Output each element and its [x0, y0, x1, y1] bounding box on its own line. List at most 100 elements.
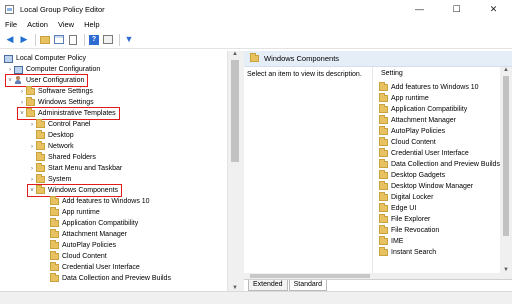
- list-item[interactable]: Desktop Window Manager: [379, 181, 473, 192]
- list-item-label: App runtime: [391, 95, 429, 102]
- tree-item-label: Software Settings: [38, 88, 93, 95]
- folder-icon: [379, 170, 388, 179]
- tree-item-software-settings[interactable]: › Software Settings: [18, 86, 93, 97]
- folder-icon: [379, 236, 388, 245]
- collapse-arrow-icon[interactable]: ˅: [28, 188, 36, 194]
- list-item-label: Add features to Windows 10: [391, 84, 479, 91]
- tab-extended[interactable]: Extended: [248, 280, 288, 291]
- folder-icon: [379, 159, 388, 168]
- folder-icon: [50, 207, 59, 216]
- filter-icon[interactable]: ▼: [123, 34, 135, 46]
- folder-icon: [40, 35, 50, 44]
- collapse-arrow-icon[interactable]: ˅: [18, 111, 26, 117]
- tree-item-label: Administrative Templates: [38, 110, 116, 117]
- close-button[interactable]: ✕: [475, 0, 512, 18]
- folder-icon: [379, 181, 388, 190]
- tree-item-windows-settings[interactable]: › Windows Settings: [18, 97, 94, 108]
- expand-arrow-icon[interactable]: ›: [28, 144, 36, 150]
- tree-item-wc-child[interactable]: Attachment Manager: [50, 229, 127, 240]
- tree-item-user-configuration[interactable]: ˅ User Configuration: [4, 74, 89, 87]
- forward-arrow-icon[interactable]: ▶: [18, 34, 30, 46]
- list-item[interactable]: IME: [379, 236, 403, 247]
- folder-icon: [379, 203, 388, 212]
- folder-icon: [50, 218, 59, 227]
- menu-file[interactable]: File: [5, 20, 17, 29]
- folder-icon: [379, 148, 388, 157]
- list-item-label: Data Collection and Preview Builds: [391, 161, 500, 168]
- list-item[interactable]: Instant Search: [379, 247, 436, 258]
- tree-item-shared-folders[interactable]: Shared Folders: [36, 152, 96, 163]
- scroll-up-icon[interactable]: ▲: [232, 51, 238, 57]
- scroll-up-icon[interactable]: ▲: [503, 67, 509, 73]
- tree-item-wc-child[interactable]: Cloud Content: [50, 251, 107, 262]
- list-item[interactable]: Credential User Interface: [379, 148, 469, 159]
- tree-item-wc-child[interactable]: Credential User Interface: [50, 262, 140, 273]
- folder-icon: [26, 108, 35, 117]
- back-arrow-icon[interactable]: ◀: [4, 34, 16, 46]
- list-item[interactable]: Attachment Manager: [379, 115, 456, 126]
- tree-item-desktop[interactable]: Desktop: [36, 130, 74, 141]
- folder-icon: [26, 97, 35, 106]
- list-item-label: IME: [391, 238, 404, 245]
- list-item[interactable]: File Explorer: [379, 214, 430, 225]
- tree-item-local-computer-policy[interactable]: Local Computer Policy: [4, 53, 86, 64]
- tree-item-start-menu-and-taskbar[interactable]: › Start Menu and Taskbar: [28, 163, 122, 174]
- properties-button[interactable]: [102, 34, 114, 46]
- tree-item-computer-configuration[interactable]: › Computer Configuration: [6, 64, 100, 75]
- tree-item-system[interactable]: › System: [28, 174, 71, 185]
- details-scrollbar[interactable]: ▲ ▼: [500, 67, 512, 273]
- scroll-thumb[interactable]: [231, 60, 239, 162]
- tree-item-label: Start Menu and Taskbar: [48, 165, 123, 172]
- list-item[interactable]: Desktop Gadgets: [379, 170, 445, 181]
- list-item[interactable]: Application Compatibility: [379, 104, 467, 115]
- scroll-thumb[interactable]: [250, 274, 370, 278]
- menu-action[interactable]: Action: [27, 20, 48, 29]
- expand-arrow-icon[interactable]: ›: [18, 89, 26, 95]
- list-item[interactable]: Edge UI: [379, 203, 416, 214]
- tree-item-label: Cloud Content: [62, 253, 107, 260]
- tree-item-wc-child[interactable]: App runtime: [50, 207, 100, 218]
- list-item[interactable]: Data Collection and Preview Builds: [379, 159, 500, 170]
- minimize-button[interactable]: —: [401, 0, 438, 18]
- tree-item-wc-child[interactable]: Add features to Windows 10: [50, 196, 150, 207]
- list-item[interactable]: App runtime: [379, 93, 429, 104]
- list-item[interactable]: Digital Locker: [379, 192, 433, 203]
- tree-item-control-panel[interactable]: › Control Panel: [28, 119, 90, 130]
- expand-arrow-icon[interactable]: ›: [18, 100, 26, 106]
- expand-arrow-icon[interactable]: ›: [6, 67, 14, 73]
- scroll-thumb[interactable]: [503, 76, 509, 236]
- window-title: Local Group Policy Editor: [20, 4, 105, 14]
- window-controls: — ☐ ✕: [401, 0, 512, 18]
- tree-item-label: Credential User Interface: [62, 264, 140, 271]
- show-hide-tree-button[interactable]: [53, 34, 65, 46]
- tree-item-wc-child[interactable]: Application Compatibility: [50, 218, 138, 229]
- up-folder-button[interactable]: [39, 34, 51, 46]
- pane-splitter[interactable]: [241, 51, 244, 291]
- list-item[interactable]: AutoPlay Policies: [379, 126, 445, 137]
- tree-scrollbar[interactable]: ▲ ▼: [227, 51, 241, 291]
- tab-standard[interactable]: Standard: [288, 280, 328, 291]
- tree-item-administrative-templates[interactable]: ˅ Administrative Templates: [17, 107, 120, 120]
- computer-policy-icon: [4, 54, 13, 63]
- column-header-setting[interactable]: Setting: [381, 70, 403, 77]
- maximize-button[interactable]: ☐: [438, 0, 475, 18]
- list-item[interactable]: Add features to Windows 10: [379, 82, 479, 93]
- collapse-arrow-icon[interactable]: ˅: [6, 78, 14, 84]
- expand-arrow-icon[interactable]: ›: [28, 177, 36, 183]
- folder-icon: [36, 174, 45, 183]
- tree-item-network[interactable]: › Network: [28, 141, 74, 152]
- folder-icon: [379, 214, 388, 223]
- list-item[interactable]: Cloud Content: [379, 137, 436, 148]
- help-button[interactable]: ?: [88, 34, 100, 46]
- list-item[interactable]: File Revocation: [379, 225, 439, 236]
- menu-help[interactable]: Help: [84, 20, 99, 29]
- tree-item-windows-components[interactable]: ˅ Windows Components: [26, 184, 123, 197]
- expand-arrow-icon[interactable]: ›: [28, 166, 36, 172]
- tree-item-wc-child[interactable]: AutoPlay Policies: [50, 240, 116, 251]
- folder-icon: [379, 247, 388, 256]
- export-list-button[interactable]: [67, 34, 79, 46]
- menu-view[interactable]: View: [58, 20, 74, 29]
- expand-arrow-icon[interactable]: ›: [28, 122, 36, 128]
- list-item-label: Desktop Window Manager: [391, 183, 474, 190]
- tree-item-wc-child[interactable]: Data Collection and Preview Builds: [50, 273, 171, 284]
